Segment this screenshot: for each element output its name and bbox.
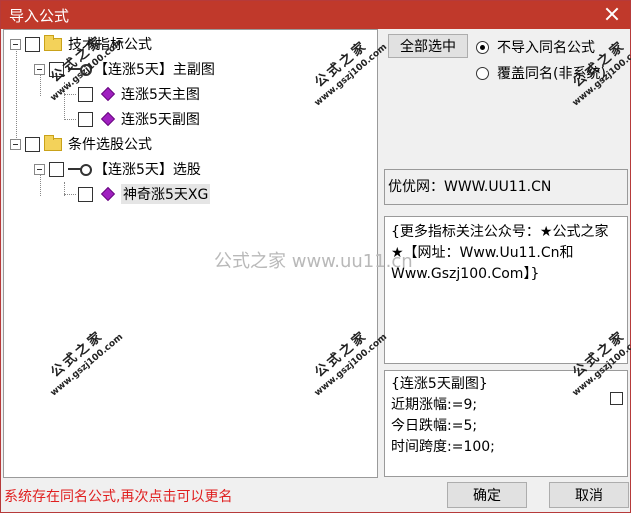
checkbox[interactable] [49,61,64,77]
params-line: 今日跌幅:=5; [391,418,478,434]
tree-node-label: 【连涨5天】选股 [94,162,201,178]
cancel-button[interactable]: 取消 [549,482,629,508]
formula-gem-icon [100,186,116,202]
collapse-icon[interactable] [34,63,45,75]
tree-node-label: 连涨5天副图 [121,112,200,128]
key-icon [68,62,92,76]
site-info-text: 优优网：WWW.UU11.CN [388,179,552,195]
tree-node-main-chart[interactable]: 连涨5天主图 [78,83,200,105]
status-message: 系统存在同名公式,再次点击可以更名 [4,489,233,505]
key-icon [68,162,92,176]
formula-gem-icon [100,111,116,127]
import-formula-dialog: 导入公式 技术指标公式 【连涨5天】主副图 连涨5天主图 连涨5天副图 条件选股… [0,0,631,513]
checkbox[interactable] [78,186,93,202]
site-info-box: 优优网：WWW.UU11.CN [384,169,628,205]
checkbox[interactable] [78,86,93,102]
radio-overwrite[interactable]: 覆盖同名(非系统) [476,63,606,83]
params-line: {连涨5天副图} [391,376,488,392]
tree-node-label: 神奇涨5天XG [121,184,211,204]
tree-node-stock-selection[interactable]: 条件选股公式 [10,133,152,155]
formula-tree[interactable]: 技术指标公式 【连涨5天】主副图 连涨5天主图 连涨5天副图 条件选股公式 【连… [3,29,378,478]
params-box: {连涨5天副图} 近期涨幅:=9; 今日跌幅:=5; 时间跨度:=100; [384,370,628,477]
checkbox[interactable] [78,111,93,127]
checkbox[interactable] [25,136,40,152]
folder-icon [44,34,62,51]
tree-node-main-sub-chart[interactable]: 【连涨5天】主副图 [34,58,215,80]
params-checkbox[interactable] [610,392,623,405]
ok-button[interactable]: 确定 [447,482,527,508]
collapse-icon[interactable] [10,138,21,150]
title-bar: 导入公式 [1,1,630,29]
tree-node-xg[interactable]: 神奇涨5天XG [78,183,211,205]
tree-node-label: 【连涨5天】主副图 [94,62,215,78]
folder-icon [44,134,62,151]
checkbox[interactable] [25,36,40,52]
tree-node-sub-chart[interactable]: 连涨5天副图 [78,108,200,130]
select-all-button[interactable]: 全部选中 [388,34,468,58]
radio-unchecked-icon[interactable] [476,66,489,80]
promo-box: {更多指标关注公众号：★公式之家★【网址：Www.Uu11.Cn和Www.Gsz… [384,216,628,364]
window-title: 导入公式 [9,6,70,25]
radio-no-import[interactable]: 不导入同名公式 [476,37,595,57]
tree-node-label: 条件选股公式 [68,137,152,153]
collapse-icon[interactable] [10,38,21,50]
close-icon[interactable] [602,4,622,24]
collapse-icon[interactable] [34,163,45,175]
params-line: 近期涨幅:=9; [391,397,478,413]
radio-checked-icon[interactable] [476,40,489,54]
tree-node-label: 技术指标公式 [68,37,152,53]
tree-node-tech-indicators[interactable]: 技术指标公式 [10,33,152,55]
checkbox[interactable] [49,161,64,177]
tree-node-label: 连涨5天主图 [121,87,200,103]
tree-node-selection-formula[interactable]: 【连涨5天】选股 [34,158,201,180]
params-line: 时间跨度:=100; [391,439,495,455]
formula-gem-icon [100,86,116,102]
promo-text: {更多指标关注公众号：★公式之家★【网址：Www.Uu11.Cn和Www.Gsz… [391,224,609,282]
